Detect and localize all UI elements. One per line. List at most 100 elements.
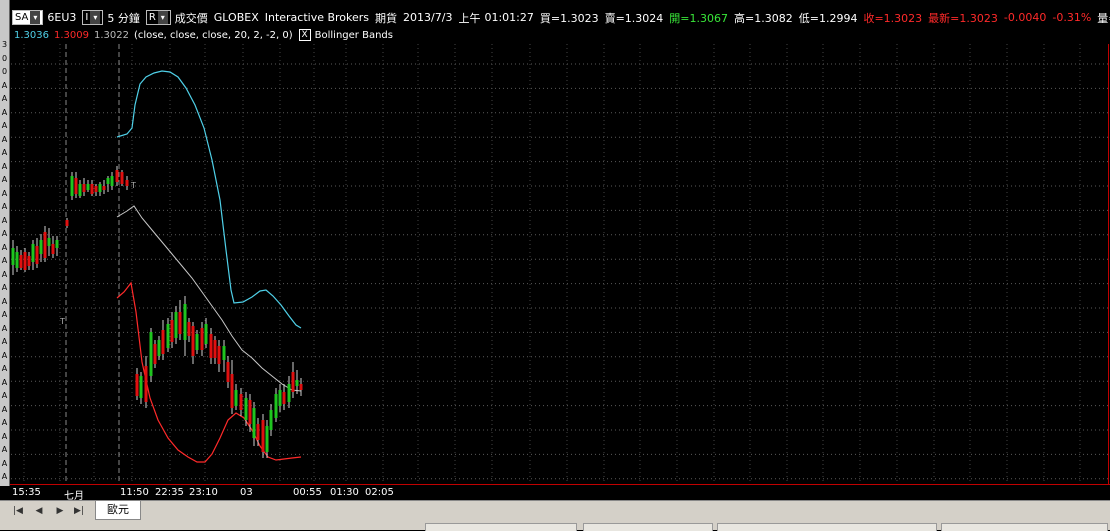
- change-pct: -0.31%: [1052, 11, 1092, 24]
- open-price: 開=1.3067: [669, 11, 729, 25]
- candle-body: [256, 424, 260, 440]
- chevron-down-icon[interactable]: ▾: [157, 11, 168, 24]
- candle-body: [183, 304, 187, 340]
- bb-upper-value: 1.3036: [14, 29, 49, 41]
- candle-body: [287, 384, 291, 402]
- candle-body: [174, 312, 178, 338]
- market: 期貨: [375, 11, 398, 25]
- last-sheet-icon[interactable]: ▶|: [71, 504, 87, 518]
- change: -0.0040: [1003, 11, 1047, 24]
- bid: 買=1.3023: [539, 11, 599, 25]
- time-axis: 15:35 七月 11:50 22:35 23:10 03 00:55 01:3…: [10, 486, 1110, 502]
- candle-body: [282, 392, 286, 404]
- candle-body: [27, 256, 31, 266]
- candle-body: [98, 184, 102, 192]
- candle-body: [234, 390, 238, 406]
- sheet-tab-euro[interactable]: 歐元: [95, 501, 141, 520]
- symbol-selector[interactable]: SA ▾: [12, 10, 44, 25]
- prev-sheet-icon[interactable]: ◀: [31, 504, 47, 518]
- candle-body: [222, 346, 226, 360]
- candle-body: [209, 334, 213, 358]
- candle-body: [149, 332, 153, 376]
- candle-body: [244, 398, 248, 420]
- candle-body: [65, 220, 69, 226]
- candle-body: [78, 184, 82, 196]
- status-segment: [583, 523, 713, 531]
- candle-body: [261, 420, 265, 452]
- next-sheet-icon[interactable]: ▶: [52, 504, 68, 518]
- candle-body: [47, 238, 51, 246]
- candle-body: [204, 324, 208, 344]
- time-tick: 01:30: [330, 487, 359, 498]
- high-price: 高=1.3082: [734, 11, 793, 25]
- bb-upper-line: [116, 70, 302, 329]
- candle-body: [110, 176, 114, 186]
- candle-body: [15, 252, 19, 268]
- bottom-sheet-bar: |◀ ◀ ▶ ▶| 歐元: [0, 500, 1110, 531]
- price-chart-area[interactable]: TT: [0, 0, 1110, 486]
- candle-body: [51, 244, 55, 254]
- candle-body: [295, 380, 299, 386]
- r-box-label: R: [148, 12, 156, 23]
- candle-body: [161, 330, 165, 354]
- date: 2013/7/3: [403, 11, 453, 24]
- candle-body: [125, 180, 129, 186]
- chevron-down-icon[interactable]: ▾: [30, 11, 41, 24]
- candle-body: [102, 186, 106, 190]
- ask: 賣=1.3024: [604, 11, 664, 25]
- status-segment: [941, 523, 1108, 531]
- time-tick: 00:55: [293, 487, 322, 498]
- bb-middle-line: [116, 205, 302, 392]
- candle-body: [139, 376, 143, 398]
- candle-body: [230, 374, 234, 408]
- time: 01:01:27: [484, 11, 534, 24]
- price-type: 成交價: [174, 11, 208, 25]
- candle-body: [213, 340, 217, 358]
- symbol-code: 6EU3: [47, 11, 77, 24]
- candle-body: [31, 244, 35, 262]
- candle-body: [82, 184, 86, 192]
- candle-body: [144, 366, 148, 402]
- indicator-row: 1.3036 1.3009 1.3022 (close, close, clos…: [14, 28, 393, 42]
- r-selector[interactable]: R ▾: [145, 10, 171, 25]
- candle-body: [170, 320, 174, 342]
- candle-body: [115, 170, 119, 182]
- candle-body: [217, 346, 221, 364]
- candle-body: [135, 374, 139, 396]
- candle-body: [299, 384, 303, 390]
- bb-params: (close, close, close, 20, 2, -2, 0): [134, 29, 293, 41]
- time-tick: 23:10: [189, 487, 218, 498]
- plot-mark-t: T: [130, 181, 136, 190]
- interval-label: 5 分鐘: [107, 11, 140, 25]
- candle-body: [178, 312, 182, 334]
- candle-body: [11, 248, 15, 265]
- plot-mark-t: T: [59, 317, 65, 326]
- candle-body: [195, 334, 199, 350]
- first-sheet-icon[interactable]: |◀: [10, 504, 26, 518]
- candle-body: [70, 176, 74, 196]
- close-indicator-checkbox[interactable]: X: [298, 29, 311, 41]
- volume: 量=208,692: [1097, 11, 1110, 25]
- candle-body: [86, 184, 90, 190]
- candle-body: [43, 232, 47, 258]
- bb-lower-value: 1.3009: [54, 29, 89, 41]
- candle-body: [239, 394, 243, 410]
- candle-body: [291, 372, 295, 392]
- time-tick: 15:35: [12, 487, 41, 498]
- bb-middle-value: 1.3022: [94, 29, 129, 41]
- candle-body: [19, 255, 23, 268]
- candle-body: [120, 172, 124, 184]
- candle-body: [94, 186, 98, 192]
- chart-header: SA ▾ 6EU3 I ▾ 5 分鐘 R ▾ 成交價 GLOBEX Intera…: [12, 9, 1110, 26]
- period-selector[interactable]: I ▾: [82, 10, 104, 25]
- status-segment: [717, 523, 937, 531]
- time-tick: 22:35: [155, 487, 184, 498]
- candle-body: [153, 344, 157, 364]
- indicator-name: Bollinger Bands: [314, 29, 393, 41]
- candle-body: [157, 340, 161, 356]
- broker: Interactive Brokers: [264, 11, 370, 24]
- candle-body: [39, 240, 43, 254]
- chevron-down-icon[interactable]: ▾: [90, 11, 101, 24]
- candle-body: [278, 390, 282, 406]
- candle-body: [187, 322, 191, 336]
